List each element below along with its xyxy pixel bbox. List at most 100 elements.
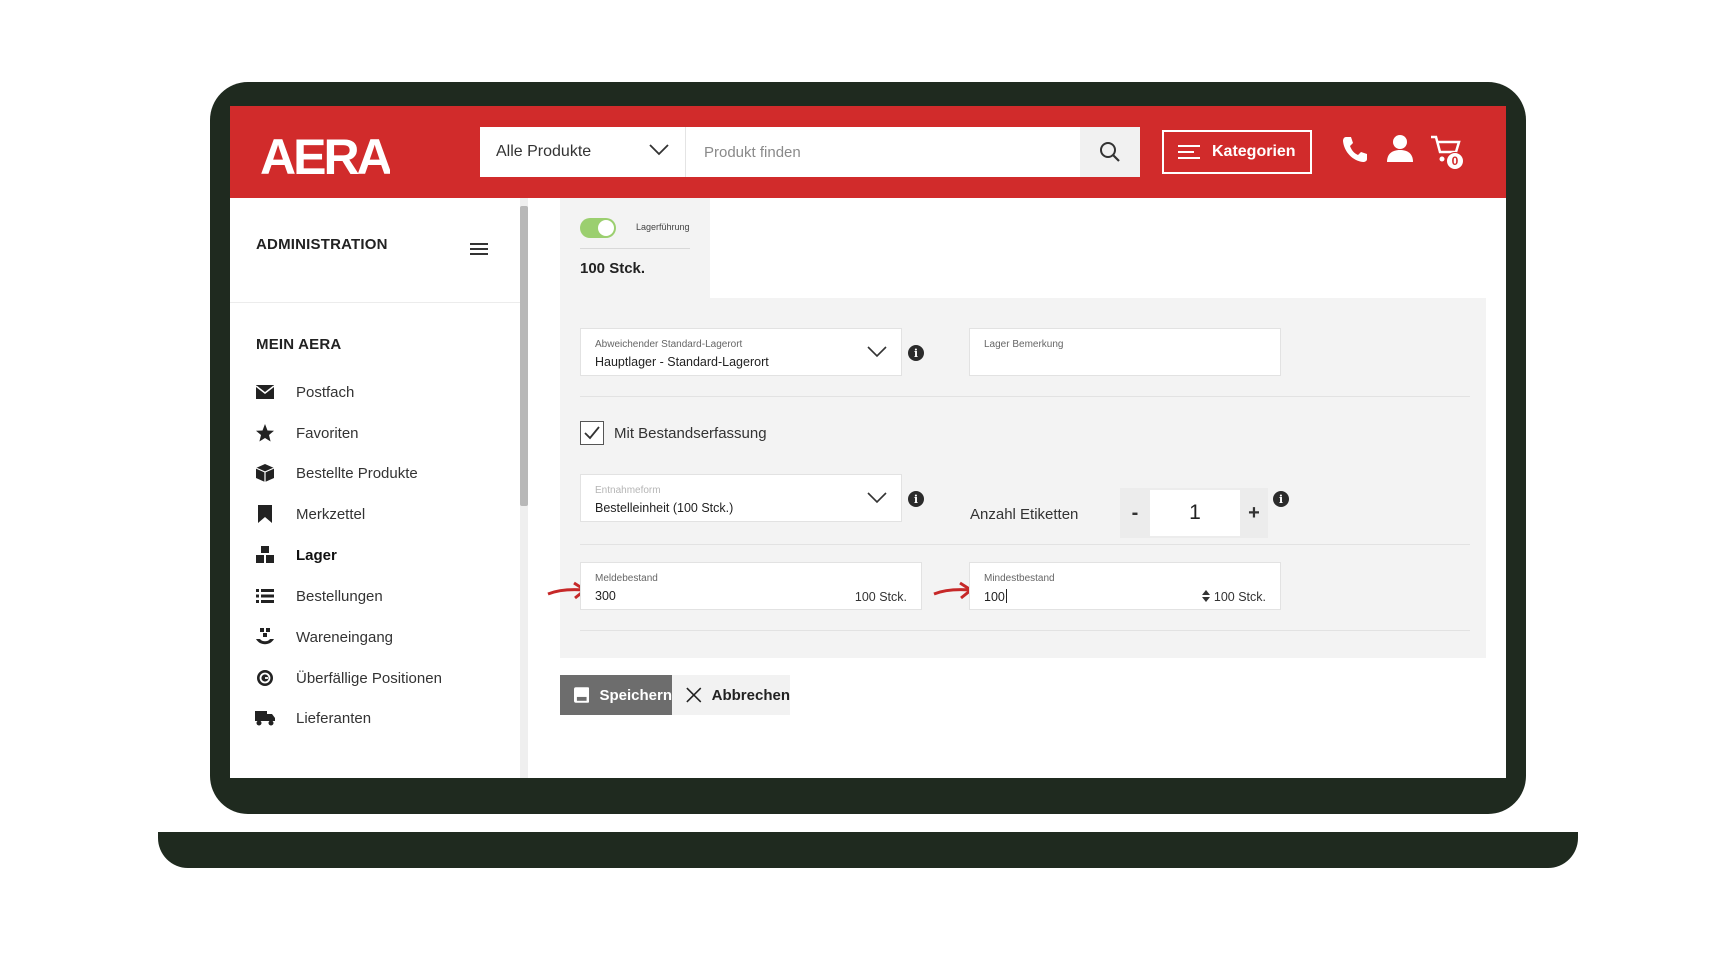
category-select-value: Alle Produkte — [496, 143, 592, 160]
sidebar-item-lieferanten[interactable]: Lieferanten — [254, 706, 371, 730]
min-stock-unit: 100 Stck. — [1213, 590, 1266, 604]
search-box — [686, 127, 1084, 177]
sidebar-item-lager[interactable]: Lager — [254, 543, 337, 567]
chevron-down-icon — [867, 346, 887, 358]
divider — [580, 248, 690, 249]
withdrawal-form-value: Bestelleinheit (100 Stck.) — [595, 501, 734, 515]
stock-card: Lagerführung 100 Stck. — [560, 198, 710, 298]
sidebar-item-label: Überfällige Positionen — [296, 669, 442, 687]
sidebar — [230, 198, 530, 778]
envelope-icon — [254, 381, 276, 403]
spinner-arrows-icon[interactable] — [1202, 590, 1211, 602]
labels-count-label: Anzahl Etiketten — [970, 506, 1079, 523]
cancel-label: Abbrechen — [711, 686, 790, 704]
sidebar-item-label: Postfach — [296, 383, 355, 401]
info-icon[interactable]: i — [1273, 491, 1289, 507]
sidebar-item-label: Bestellte Produkte — [296, 464, 418, 482]
sidebar-item-label: Bestellungen — [296, 587, 383, 605]
save-label: Speichern — [599, 686, 672, 704]
increment-button[interactable]: + — [1240, 488, 1268, 538]
reorder-level-field[interactable]: Meldebestand 300 100 Stck. — [580, 562, 922, 610]
category-select[interactable]: Alle Produkte — [480, 127, 686, 177]
sidebar-item-ueberfaellige-positionen[interactable]: Überfällige Positionen — [254, 666, 442, 690]
reorder-level-value: 300 — [595, 589, 616, 603]
sidebar-item-label: Wareneingang — [296, 628, 394, 646]
labels-count-input[interactable]: 1 — [1150, 490, 1240, 536]
search-icon — [1100, 142, 1120, 162]
categories-label: Kategorien — [1212, 143, 1296, 160]
star-icon — [254, 422, 276, 444]
save-button[interactable]: Speichern — [560, 675, 672, 715]
sidebar-item-bestellungen[interactable]: Bestellungen — [254, 584, 383, 608]
reorder-level-unit: 100 Stck. — [854, 590, 907, 604]
stock-settings-panel: Abweichender Standard-Lagerort Hauptlage… — [547, 298, 1486, 658]
hamburger-menu-icon[interactable] — [470, 242, 488, 256]
min-stock-input[interactable]: 100 — [984, 589, 1007, 604]
storage-location-label: Abweichender Standard-Lagerort — [595, 339, 743, 350]
warehouse-icon — [254, 544, 276, 566]
svg-text:AERA: AERA — [260, 129, 390, 182]
annotation-arrow-icon — [933, 581, 974, 600]
decrement-button[interactable]: - — [1120, 488, 1150, 538]
aera-logo[interactable]: AERA — [260, 126, 390, 182]
labels-count-stepper: - 1 + — [1120, 488, 1268, 538]
reorder-level-label: Meldebestand — [595, 573, 658, 584]
header: AERA Alle Produkte Kategorien 0 — [230, 106, 1506, 198]
checkmark-icon — [584, 426, 600, 440]
sidebar-scrollbar[interactable] — [520, 206, 528, 506]
cart-count-badge: 0 — [1446, 152, 1464, 170]
search-input[interactable] — [704, 143, 1044, 161]
stock-management-toggle[interactable] — [580, 218, 616, 238]
user-icon[interactable] — [1386, 134, 1414, 164]
sidebar-item-merkzettel[interactable]: Merkzettel — [254, 502, 365, 526]
info-icon[interactable]: i — [908, 345, 924, 361]
laptop-base — [158, 832, 1578, 868]
min-stock-label: Mindestbestand — [984, 573, 1055, 584]
sidebar-item-label: Favoriten — [296, 424, 359, 442]
withdrawal-form-label: Entnahmeform — [595, 485, 661, 496]
screen: AERA Alle Produkte Kategorien 0 ADMINIST… — [230, 106, 1506, 778]
section-administration[interactable]: ADMINISTRATION — [256, 236, 388, 253]
storage-note-field[interactable]: Lager Bemerkung — [969, 328, 1281, 376]
min-stock-field[interactable]: Mindestbestand 100 100 Stck. — [969, 562, 1281, 610]
min-stock-value: 100 — [984, 590, 1005, 604]
divider — [580, 630, 1470, 631]
truck-icon — [254, 707, 276, 729]
chevron-down-icon — [867, 492, 887, 504]
stock-management-label: Lagerführung — [636, 222, 690, 232]
storage-location-select[interactable]: Abweichender Standard-Lagerort Hauptlage… — [580, 328, 902, 376]
save-icon — [574, 687, 590, 703]
min-stock-unit-wrap: 100 Stck. — [1202, 590, 1266, 604]
sidebar-divider — [230, 302, 520, 303]
withdrawal-form-select[interactable]: Entnahmeform Bestelleinheit (100 Stck.) — [580, 474, 902, 522]
sidebar-item-label: Lieferanten — [296, 709, 372, 727]
phone-icon[interactable] — [1340, 134, 1370, 164]
incoming-goods-icon — [254, 626, 276, 648]
sidebar-item-favoriten[interactable]: Favoriten — [254, 421, 359, 445]
sidebar-item-wareneingang[interactable]: Wareneingang — [254, 625, 393, 649]
sidebar-item-bestellte-produkte[interactable]: Bestellte Produkte — [254, 461, 418, 485]
list-icon — [254, 585, 276, 607]
search-button[interactable] — [1080, 127, 1140, 177]
storage-location-value: Hauptlager - Standard-Lagerort — [595, 355, 769, 369]
categories-button[interactable]: Kategorien — [1162, 130, 1312, 174]
bookmark-icon — [254, 503, 276, 525]
text-cursor — [1005, 589, 1007, 603]
overdue-icon — [254, 667, 276, 689]
main-content: Lagerführung 100 Stck. Abweichender Stan… — [530, 198, 1506, 778]
cancel-button[interactable]: Abbrechen — [672, 675, 790, 715]
info-icon[interactable]: i — [908, 491, 924, 507]
storage-note-label: Lager Bemerkung — [984, 339, 1064, 350]
inventory-check-checkbox[interactable] — [580, 421, 604, 445]
menu-lines-icon — [1178, 145, 1200, 159]
sidebar-item-postfach[interactable]: Postfach — [254, 380, 354, 404]
stock-value: 100 Stck. — [580, 260, 646, 277]
section-mein-aera: MEIN AERA — [256, 336, 342, 353]
close-icon — [686, 687, 702, 703]
inventory-check-label: Mit Bestandserfassung — [614, 425, 767, 442]
chevron-down-icon — [649, 144, 669, 156]
box-icon — [254, 462, 276, 484]
sidebar-item-label: Merkzettel — [296, 505, 366, 523]
sidebar-item-label: Lager — [296, 546, 337, 564]
divider — [580, 396, 1470, 397]
